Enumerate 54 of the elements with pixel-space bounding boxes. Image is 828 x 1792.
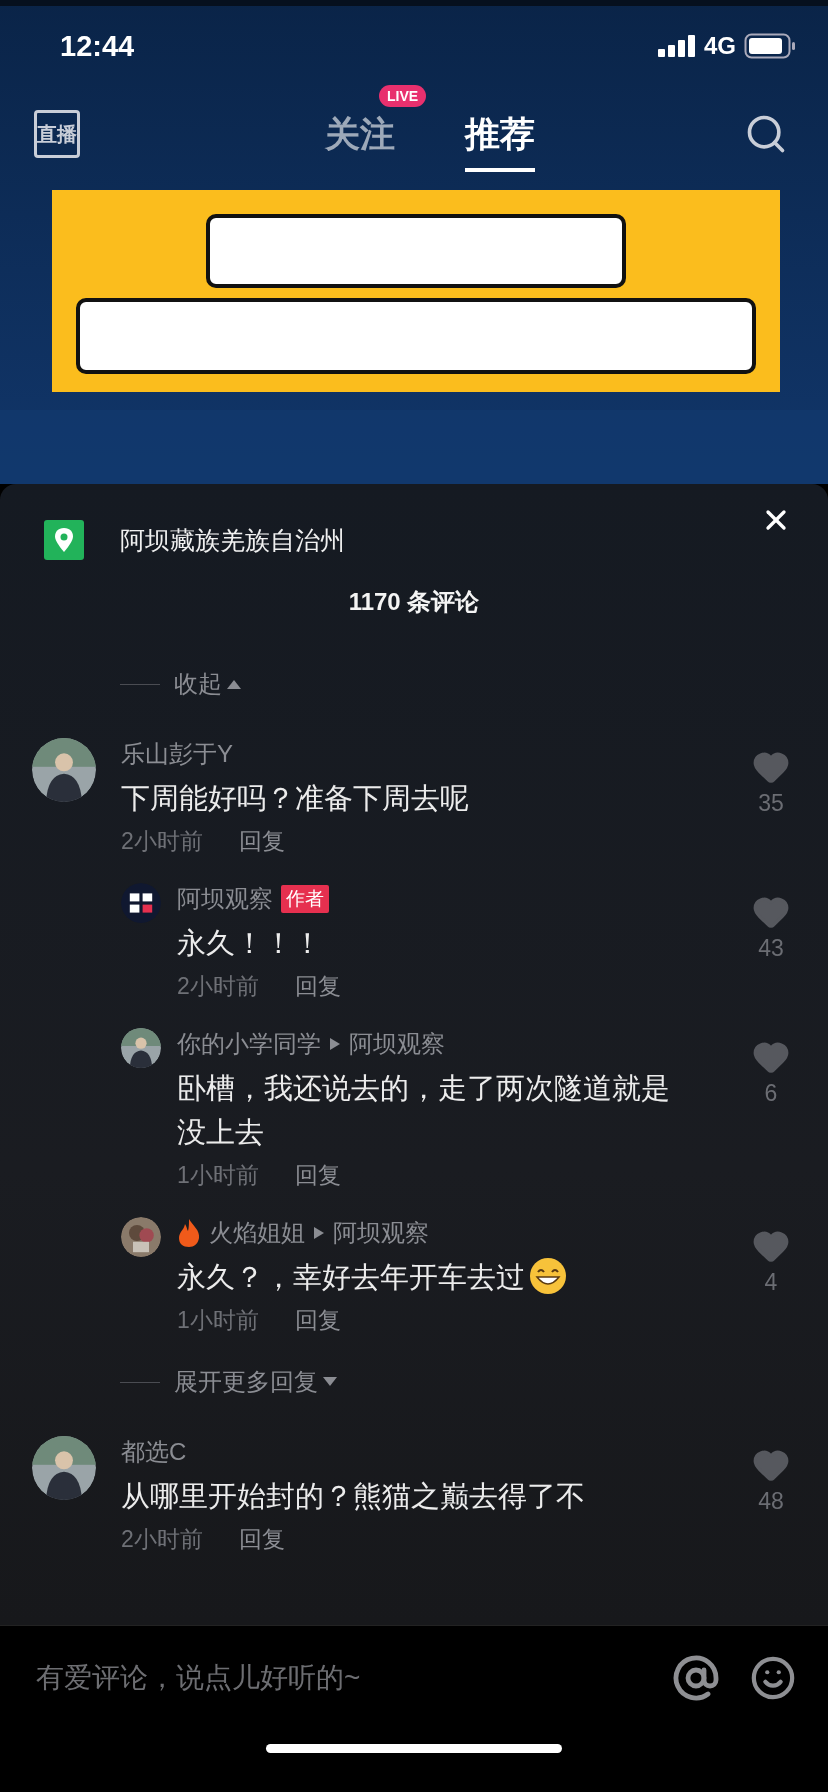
reply-button[interactable]: 回复	[294, 1305, 341, 1336]
comment-time: 1小时前	[177, 1306, 259, 1335]
avatar[interactable]	[121, 883, 161, 923]
username[interactable]: 你的小学同学	[177, 1028, 321, 1060]
avatar[interactable]	[32, 738, 96, 802]
comment-time: 2小时前	[177, 972, 259, 1001]
reply-to-username[interactable]: 阿坝观察	[333, 1217, 429, 1249]
emoji-button[interactable]	[750, 1655, 796, 1701]
location-label[interactable]: 阿坝藏族羌族自治州	[120, 523, 724, 557]
comment-time: 2小时前	[121, 1525, 203, 1554]
play-triangle-icon	[329, 1037, 341, 1051]
flame-icon	[177, 1218, 201, 1248]
username[interactable]: 乐山彭于Y	[121, 738, 233, 770]
comment-time: 2小时前	[121, 827, 203, 856]
status-time: 12:44	[60, 29, 135, 63]
avatar[interactable]	[121, 1217, 161, 1257]
avatar[interactable]	[32, 1436, 96, 1500]
network-type: 4G	[704, 32, 736, 60]
battery-icon	[744, 33, 796, 59]
like-count: 48	[758, 1488, 784, 1515]
comment-text: 永久！！！	[177, 926, 323, 961]
like-count: 4	[764, 1269, 778, 1296]
username[interactable]: 阿坝观察	[177, 883, 273, 915]
comment-time: 1小时前	[177, 1161, 259, 1190]
live-button[interactable]: 直播	[34, 110, 80, 158]
like-count: 6	[764, 1080, 778, 1107]
comment-input-field[interactable]: 有爱评论，说点儿好听的~	[34, 1661, 642, 1695]
signal-icon	[658, 35, 696, 57]
username[interactable]: 都选C	[121, 1436, 187, 1468]
play-triangle-icon	[313, 1226, 325, 1240]
like-count: 43	[758, 935, 784, 962]
nav-tab[interactable]: 关注	[325, 110, 395, 172]
comment-text: 卧槽，我还说去的，走了两次隧道就是没上去	[177, 1071, 671, 1150]
reply-button[interactable]: 回复	[238, 826, 285, 857]
username[interactable]: 火焰姐姐	[209, 1217, 305, 1249]
caret-down-icon	[322, 1376, 338, 1388]
grinning-emoji-icon	[529, 1257, 567, 1295]
location-pin-icon	[44, 520, 84, 560]
reply-to-username[interactable]: 阿坝观察	[349, 1028, 445, 1060]
reply-button[interactable]: 回复	[294, 1160, 341, 1191]
author-tag: 作者	[281, 885, 329, 913]
comment-count-title: 1170 条评论	[348, 587, 480, 617]
like-count: 35	[758, 790, 784, 817]
nav-tab[interactable]: 推荐	[465, 110, 535, 172]
mention-button[interactable]	[672, 1654, 720, 1702]
avatar[interactable]	[121, 1028, 161, 1068]
caret-up-icon	[226, 678, 242, 690]
comment-text: 永久？，幸好去年开车去过	[177, 1255, 696, 1299]
reply-button[interactable]: 回复	[238, 1524, 285, 1555]
collapse-replies-button[interactable]: 收起	[174, 668, 242, 700]
comment-text: 下周能好吗？准备下周去呢	[121, 781, 470, 816]
reply-button[interactable]: 回复	[294, 971, 341, 1002]
expand-replies-button[interactable]: 展开更多回复	[174, 1366, 338, 1398]
comment-text: 从哪里开始封的？熊猫之巅去得了不	[121, 1479, 586, 1514]
